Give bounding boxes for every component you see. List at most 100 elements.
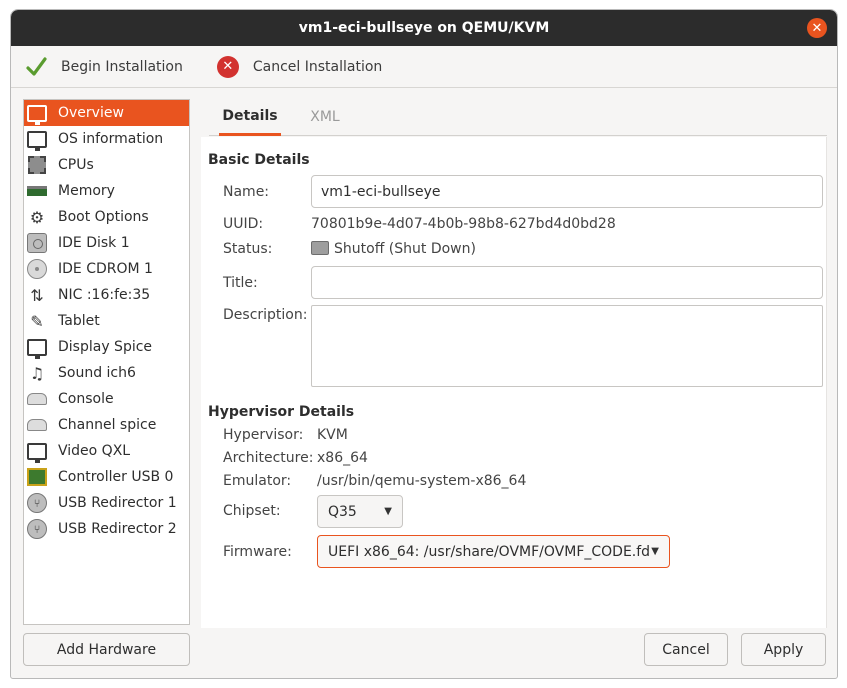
begin-installation-button[interactable]: Begin Installation — [11, 46, 193, 87]
sidebar-item-label: Memory — [58, 183, 115, 199]
add-hardware-button[interactable]: Add Hardware — [23, 633, 190, 666]
network-icon: ⇅ — [30, 285, 44, 305]
firmware-dropdown[interactable]: UEFI x86_64: /usr/share/OVMF/OVMF_CODE.f… — [317, 535, 670, 568]
details-content: Basic Details Name: vm1-eci-bullseye UUI… — [201, 137, 827, 628]
name-field[interactable]: vm1-eci-bullseye — [311, 175, 823, 208]
chevron-down-icon: ▼ — [384, 506, 392, 517]
toolbar: Begin Installation ✕ Cancel Installation — [11, 46, 837, 88]
sidebar-item-label: Controller USB 0 — [58, 469, 174, 485]
sidebar-item-label: Channel spice — [58, 417, 157, 433]
sidebar-item-tablet[interactable]: ✎ Tablet — [24, 308, 189, 334]
channel-icon — [26, 414, 48, 436]
sidebar-item-label: USB Redirector 1 — [58, 495, 177, 511]
monitor-icon — [26, 102, 48, 125]
emulator-value: /usr/bin/qemu-system-x86_64 — [317, 473, 527, 489]
tab-bar: Details XML — [209, 98, 827, 136]
close-icon: ✕ — [811, 20, 823, 36]
cdrom-icon — [26, 258, 48, 280]
disk-icon — [26, 232, 48, 254]
sidebar-item-label: IDE CDROM 1 — [58, 261, 153, 277]
sidebar-item-usb-redirector-2[interactable]: ⑂ USB Redirector 2 — [24, 516, 189, 542]
sidebar-item-label: Tablet — [58, 313, 100, 329]
name-label: Name: — [223, 184, 270, 200]
usb-icon: ⑂ — [26, 492, 48, 514]
monitor-icon — [26, 336, 48, 359]
window-title: vm1-eci-bullseye on QEMU/KVM — [298, 20, 550, 36]
cancel-installation-label: Cancel Installation — [252, 58, 383, 75]
console-icon — [26, 388, 48, 410]
description-field[interactable] — [311, 305, 823, 387]
sidebar-item-label: USB Redirector 2 — [58, 521, 177, 537]
sidebar-item-label: OS information — [58, 131, 164, 147]
firmware-value: UEFI x86_64: /usr/share/OVMF/OVMF_CODE.f… — [328, 543, 651, 560]
sidebar-item-cpus[interactable]: CPUs — [24, 152, 189, 178]
sidebar-item-label: NIC :16:fe:35 — [58, 287, 151, 303]
status-value: Shutoff (Shut Down) — [311, 241, 476, 257]
close-button[interactable]: ✕ — [807, 18, 827, 38]
checkmark-icon — [26, 56, 47, 76]
cancel-installation-button[interactable]: ✕ Cancel Installation — [193, 46, 392, 87]
cancel-button[interactable]: Cancel — [644, 633, 728, 666]
basic-details-heading: Basic Details — [208, 152, 310, 168]
uuid-label: UUID: — [223, 216, 264, 232]
monitor-icon — [26, 128, 48, 151]
sidebar-item-boot-options[interactable]: ⚙ Boot Options — [24, 204, 189, 230]
begin-installation-label: Begin Installation — [61, 58, 183, 75]
sidebar-item-label: CPUs — [58, 157, 94, 173]
gears-icon: ⚙ — [29, 207, 45, 227]
sidebar-item-nic[interactable]: ⇅ NIC :16:fe:35 — [24, 282, 189, 308]
sidebar-item-display-spice[interactable]: Display Spice — [24, 334, 189, 360]
vm-details-window: vm1-eci-bullseye on QEMU/KVM ✕ Begin Ins… — [10, 9, 838, 679]
sidebar-item-label: Video QXL — [58, 443, 131, 459]
details-panel: Details XML Basic Details Name: vm1-eci-… — [201, 98, 827, 628]
sidebar-item-controller-usb-0[interactable]: Controller USB 0 — [24, 464, 189, 490]
sound-icon: ♫ — [29, 363, 45, 383]
architecture-label: Architecture: — [223, 450, 314, 466]
status-label: Status: — [223, 241, 273, 257]
hypervisor-value: KVM — [317, 427, 348, 443]
tablet-icon: ✎ — [30, 311, 44, 331]
monitor-icon — [26, 440, 48, 463]
uuid-value: 70801b9e-4d07-4b0b-98b8-627bd4d0bd28 — [311, 216, 616, 232]
chipset-value: Q35 — [328, 503, 357, 520]
shutoff-monitor-icon — [311, 241, 329, 255]
sidebar-item-sound-ich6[interactable]: ♫ Sound ich6 — [24, 360, 189, 386]
chipset-label: Chipset: — [223, 503, 281, 519]
sidebar-item-label: Overview — [58, 105, 124, 121]
sidebar-item-label: Console — [58, 391, 114, 407]
sidebar-item-ide-disk-1[interactable]: IDE Disk 1 — [24, 230, 189, 256]
architecture-value: x86_64 — [317, 450, 368, 466]
sidebar-item-channel-spice[interactable]: Channel spice — [24, 412, 189, 438]
sidebar-item-label: Display Spice — [58, 339, 153, 355]
sidebar-item-label: Sound ich6 — [58, 365, 136, 381]
controller-icon — [26, 466, 48, 488]
status-text: Shutoff (Shut Down) — [334, 241, 476, 257]
chevron-down-icon: ▼ — [651, 546, 659, 557]
tab-xml[interactable]: XML — [305, 98, 345, 136]
tab-details[interactable]: Details — [219, 98, 281, 136]
sidebar-item-label: Boot Options — [58, 209, 149, 225]
usb-icon: ⑂ — [26, 518, 48, 540]
hardware-list: Overview OS information CPUs Memory ⚙ Bo… — [23, 99, 190, 625]
title-field[interactable] — [311, 266, 823, 299]
title-label: Title: — [223, 275, 258, 291]
hypervisor-details-heading: Hypervisor Details — [208, 404, 355, 420]
window-titlebar: vm1-eci-bullseye on QEMU/KVM ✕ — [11, 10, 837, 46]
cancel-icon: ✕ — [216, 55, 239, 78]
description-label: Description: — [223, 307, 308, 323]
sidebar-item-os-information[interactable]: OS information — [24, 126, 189, 152]
chipset-dropdown[interactable]: Q35 ▼ — [317, 495, 403, 528]
sidebar-item-usb-redirector-1[interactable]: ⑂ USB Redirector 1 — [24, 490, 189, 516]
sidebar-item-label: IDE Disk 1 — [58, 235, 130, 251]
emulator-label: Emulator: — [223, 473, 292, 489]
hypervisor-label: Hypervisor: — [223, 427, 304, 443]
apply-button[interactable]: Apply — [741, 633, 826, 666]
sidebar-item-overview[interactable]: Overview — [24, 100, 189, 126]
firmware-label: Firmware: — [223, 544, 292, 560]
sidebar-item-video-qxl[interactable]: Video QXL — [24, 438, 189, 464]
memory-icon — [26, 180, 48, 202]
sidebar-item-memory[interactable]: Memory — [24, 178, 189, 204]
sidebar-item-console[interactable]: Console — [24, 386, 189, 412]
sidebar-item-ide-cdrom-1[interactable]: IDE CDROM 1 — [24, 256, 189, 282]
cpu-icon — [26, 154, 48, 176]
